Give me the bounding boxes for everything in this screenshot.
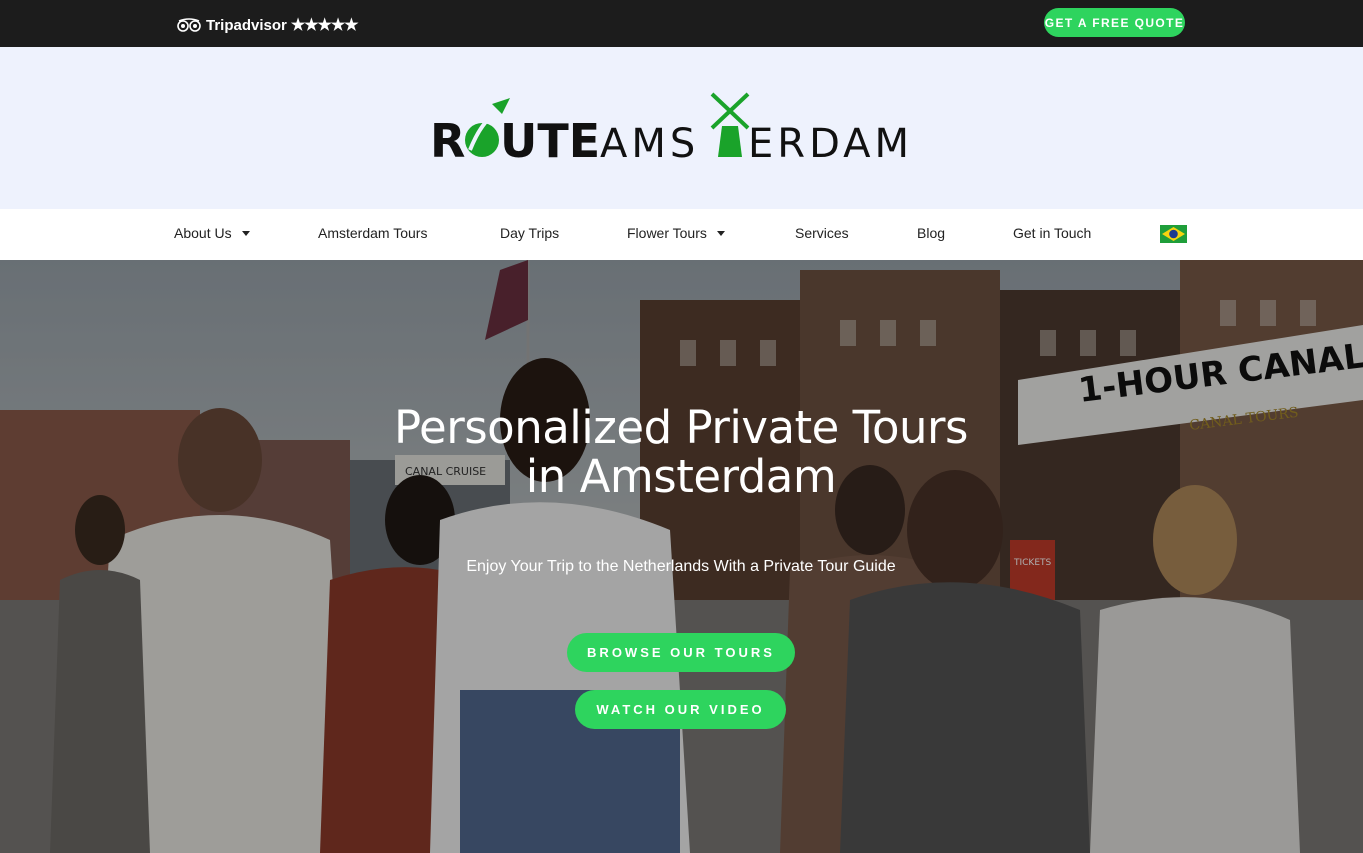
nav-label: Blog (917, 225, 946, 241)
nav-item-get-in-touch[interactable]: Get in Touch (1013, 225, 1091, 241)
nav-item-about-us[interactable]: About Us (174, 225, 250, 241)
get-free-quote-button[interactable]: GET A FREE QUOTE (1044, 8, 1185, 37)
nav-label: Get in Touch (1013, 225, 1092, 241)
hero-title-line-2: in Amsterdam (525, 450, 837, 503)
brazil-flag-icon[interactable] (1160, 225, 1187, 243)
hero-overlay (0, 260, 1363, 853)
rating-stars: ★★★★★ (290, 17, 359, 34)
tripadvisor-rating[interactable]: Tripadvisor ★★★★★ (177, 15, 359, 35)
svg-text:AMS: AMS (600, 121, 699, 165)
nav-label: Day Trips (500, 225, 560, 241)
hero-title-line-1: Personalized Private Tours (394, 401, 969, 454)
nav-label: Services (795, 225, 849, 241)
nav-label: Amsterdam Tours (318, 225, 428, 241)
route-amsterdam-logo[interactable]: R UTE AMS ERDAM (430, 90, 930, 165)
tripadvisor-owl-icon (177, 18, 201, 32)
nav-item-services[interactable]: Services (795, 225, 849, 241)
nav-item-amsterdam-tours[interactable]: Amsterdam Tours (318, 225, 427, 241)
watch-video-button[interactable]: WATCH OUR VIDEO (575, 690, 786, 729)
svg-text:UTE: UTE (500, 114, 600, 165)
nav-item-blog[interactable]: Blog (917, 225, 945, 241)
caret-down-icon (241, 230, 250, 236)
tripadvisor-label: Tripadvisor (206, 16, 287, 34)
svg-text:ERDAM: ERDAM (748, 121, 913, 165)
svg-text:R: R (430, 114, 465, 165)
windmill-icon (710, 92, 750, 157)
hero-title: Personalized Private Tours in Amsterdam (381, 403, 981, 501)
browse-tours-button[interactable]: BROWSE OUR TOURS (567, 633, 795, 672)
hero-subtitle: Enjoy Your Trip to the Netherlands With … (466, 558, 896, 575)
nav-item-day-trips[interactable]: Day Trips (500, 225, 559, 241)
nav-item-flower-tours[interactable]: Flower Tours (627, 225, 725, 241)
nav-label: Flower Tours (627, 225, 707, 241)
caret-down-icon (716, 230, 725, 236)
nav-label: About Us (174, 225, 232, 241)
hero-section: 1-HOUR CANAL CANAL TOURS CANAL CRUISE TI… (0, 260, 1363, 853)
